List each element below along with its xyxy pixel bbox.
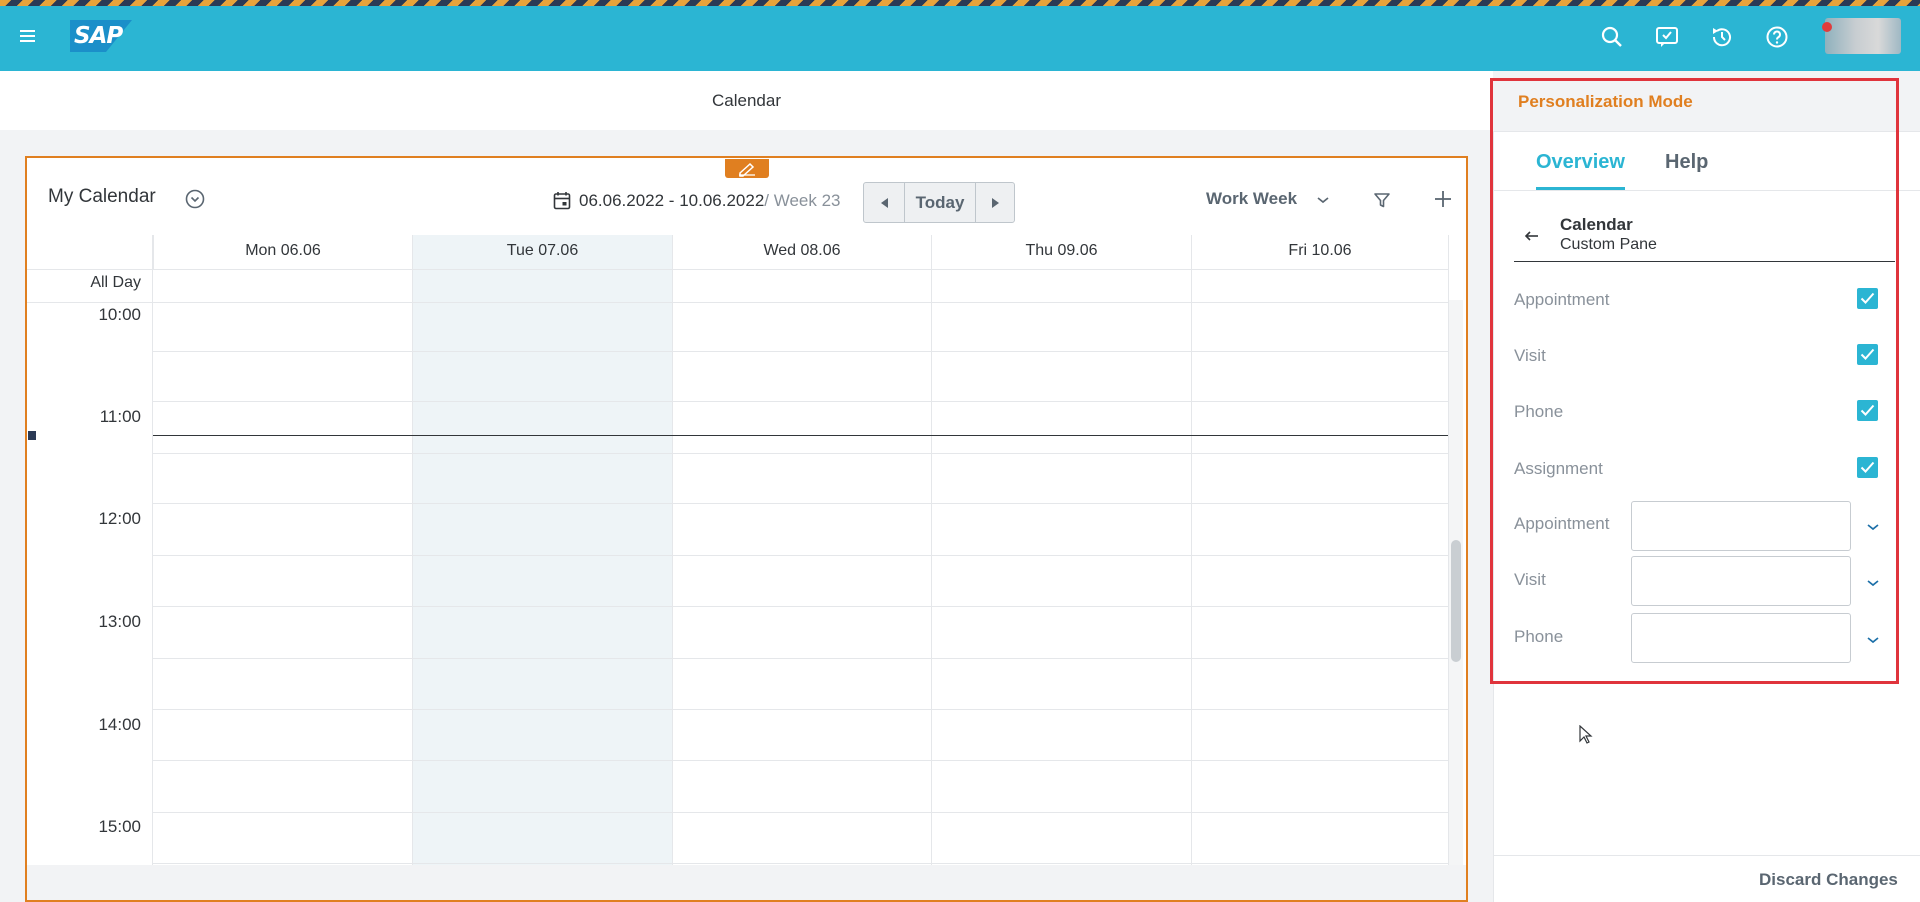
grid-divider [153, 606, 1448, 607]
tabs-divider [1493, 190, 1920, 191]
day-header: Mon 06.06 [153, 235, 412, 270]
grid-divider [672, 235, 673, 865]
day-header: Wed 08.06 [672, 235, 931, 270]
phone-checkbox[interactable] [1857, 400, 1878, 421]
breadcrumb-divider [1514, 261, 1895, 262]
time-label: 10:00 [98, 305, 141, 324]
time-label: 14:00 [98, 715, 141, 734]
all-day-label: All Day [90, 274, 141, 291]
time-label: 15:00 [98, 817, 141, 836]
menu-icon[interactable] [18, 26, 38, 46]
select-label: Visit [1514, 570, 1546, 589]
current-time-marker [28, 431, 36, 440]
history-icon[interactable] [1710, 25, 1734, 49]
add-icon[interactable] [1432, 188, 1454, 210]
pane-title: Personalization Mode [1518, 92, 1693, 111]
help-icon[interactable] [1765, 25, 1789, 49]
visit-select[interactable] [1631, 556, 1851, 606]
grid-divider [153, 709, 1448, 710]
caret-left-icon [881, 198, 888, 208]
feedback-icon[interactable] [1655, 25, 1679, 49]
edit-tab[interactable] [725, 159, 769, 178]
current-time-line [153, 435, 1448, 436]
today-column [412, 235, 672, 865]
grid-divider [1191, 235, 1192, 865]
visit-checkbox[interactable] [1857, 344, 1878, 365]
grid-divider [153, 401, 1448, 402]
calendar-icon[interactable] [553, 191, 571, 210]
breadcrumb-title: Calendar [1560, 215, 1633, 234]
chevron-down-icon[interactable] [1866, 575, 1880, 587]
grid-divider [153, 351, 1448, 352]
time-label: 13:00 [98, 612, 141, 631]
sap-logo[interactable]: SAP [70, 20, 132, 52]
day-header: Fri 10.06 [1191, 235, 1448, 270]
breadcrumb-subtitle: Custom Pane [1560, 236, 1657, 253]
footer-divider [1493, 855, 1920, 856]
avatar[interactable] [1825, 18, 1901, 54]
grid-divider [931, 235, 932, 865]
appointment-checkbox[interactable] [1857, 288, 1878, 309]
assignment-checkbox[interactable] [1857, 457, 1878, 478]
back-arrow-icon[interactable] [1523, 228, 1541, 244]
caret-right-icon [992, 198, 999, 208]
day-header: Thu 09.06 [931, 235, 1191, 270]
time-label: 12:00 [98, 509, 141, 528]
personalization-pane [1493, 71, 1920, 902]
tab-help[interactable]: Help [1665, 151, 1708, 174]
chevron-down-icon[interactable] [1866, 632, 1880, 644]
view-select[interactable]: Work Week [1206, 189, 1297, 209]
select-label: Appointment [1514, 514, 1610, 533]
chevron-down-icon[interactable] [1315, 193, 1331, 207]
grid-divider [153, 760, 1448, 761]
grid-divider [153, 863, 1448, 864]
grid-divider [27, 302, 1448, 303]
notification-badge [1822, 22, 1832, 32]
date-range[interactable]: 06.06.2022 - 10.06.2022/ Week 23 [579, 191, 841, 211]
page-title: Calendar [712, 91, 781, 110]
mouse-cursor-icon [1579, 724, 1593, 745]
previous-button[interactable] [863, 182, 905, 223]
shell-stripe [0, 0, 1920, 6]
page-header: Calendar [0, 71, 1493, 130]
card-footer [27, 865, 1466, 900]
time-column [27, 235, 153, 865]
chevron-down-icon[interactable] [1866, 519, 1880, 531]
grid-divider [412, 235, 413, 865]
grid-divider [153, 812, 1448, 813]
phone-select[interactable] [1631, 613, 1851, 663]
grid-divider [153, 503, 1448, 504]
appointment-select[interactable] [1631, 501, 1851, 551]
week-label: / Week 23 [764, 191, 841, 210]
today-button[interactable]: Today [904, 182, 976, 223]
discard-changes-button[interactable]: Discard Changes [1759, 870, 1898, 890]
checkbox-label: Appointment [1514, 290, 1610, 309]
date-range-text: 06.06.2022 - 10.06.2022 [579, 191, 765, 210]
grid-divider [153, 555, 1448, 556]
checkbox-label: Visit [1514, 346, 1546, 365]
chevron-down-circle-icon[interactable] [185, 189, 205, 209]
grid-divider [153, 453, 1448, 454]
checkbox-label: Phone [1514, 402, 1564, 421]
calendar-title: My Calendar [48, 186, 156, 207]
select-label: Phone [1514, 627, 1564, 646]
scrollbar-thumb[interactable] [1451, 540, 1461, 662]
next-button[interactable] [975, 182, 1015, 223]
tab-overview[interactable]: Overview [1536, 151, 1625, 174]
search-icon[interactable] [1600, 25, 1624, 49]
grid-divider [153, 658, 1448, 659]
grid-divider [27, 269, 1448, 270]
time-label: 11:00 [99, 407, 141, 426]
filter-icon[interactable] [1372, 190, 1392, 210]
checkbox-label: Assignment [1514, 459, 1603, 478]
calendar-grid[interactable]: Mon 06.06 Tue 07.06 Wed 08.06 Thu 09.06 … [27, 235, 1449, 865]
shell-bar [0, 0, 1920, 71]
logo-text: SAP [74, 23, 123, 49]
day-header: Tue 07.06 [412, 235, 672, 270]
